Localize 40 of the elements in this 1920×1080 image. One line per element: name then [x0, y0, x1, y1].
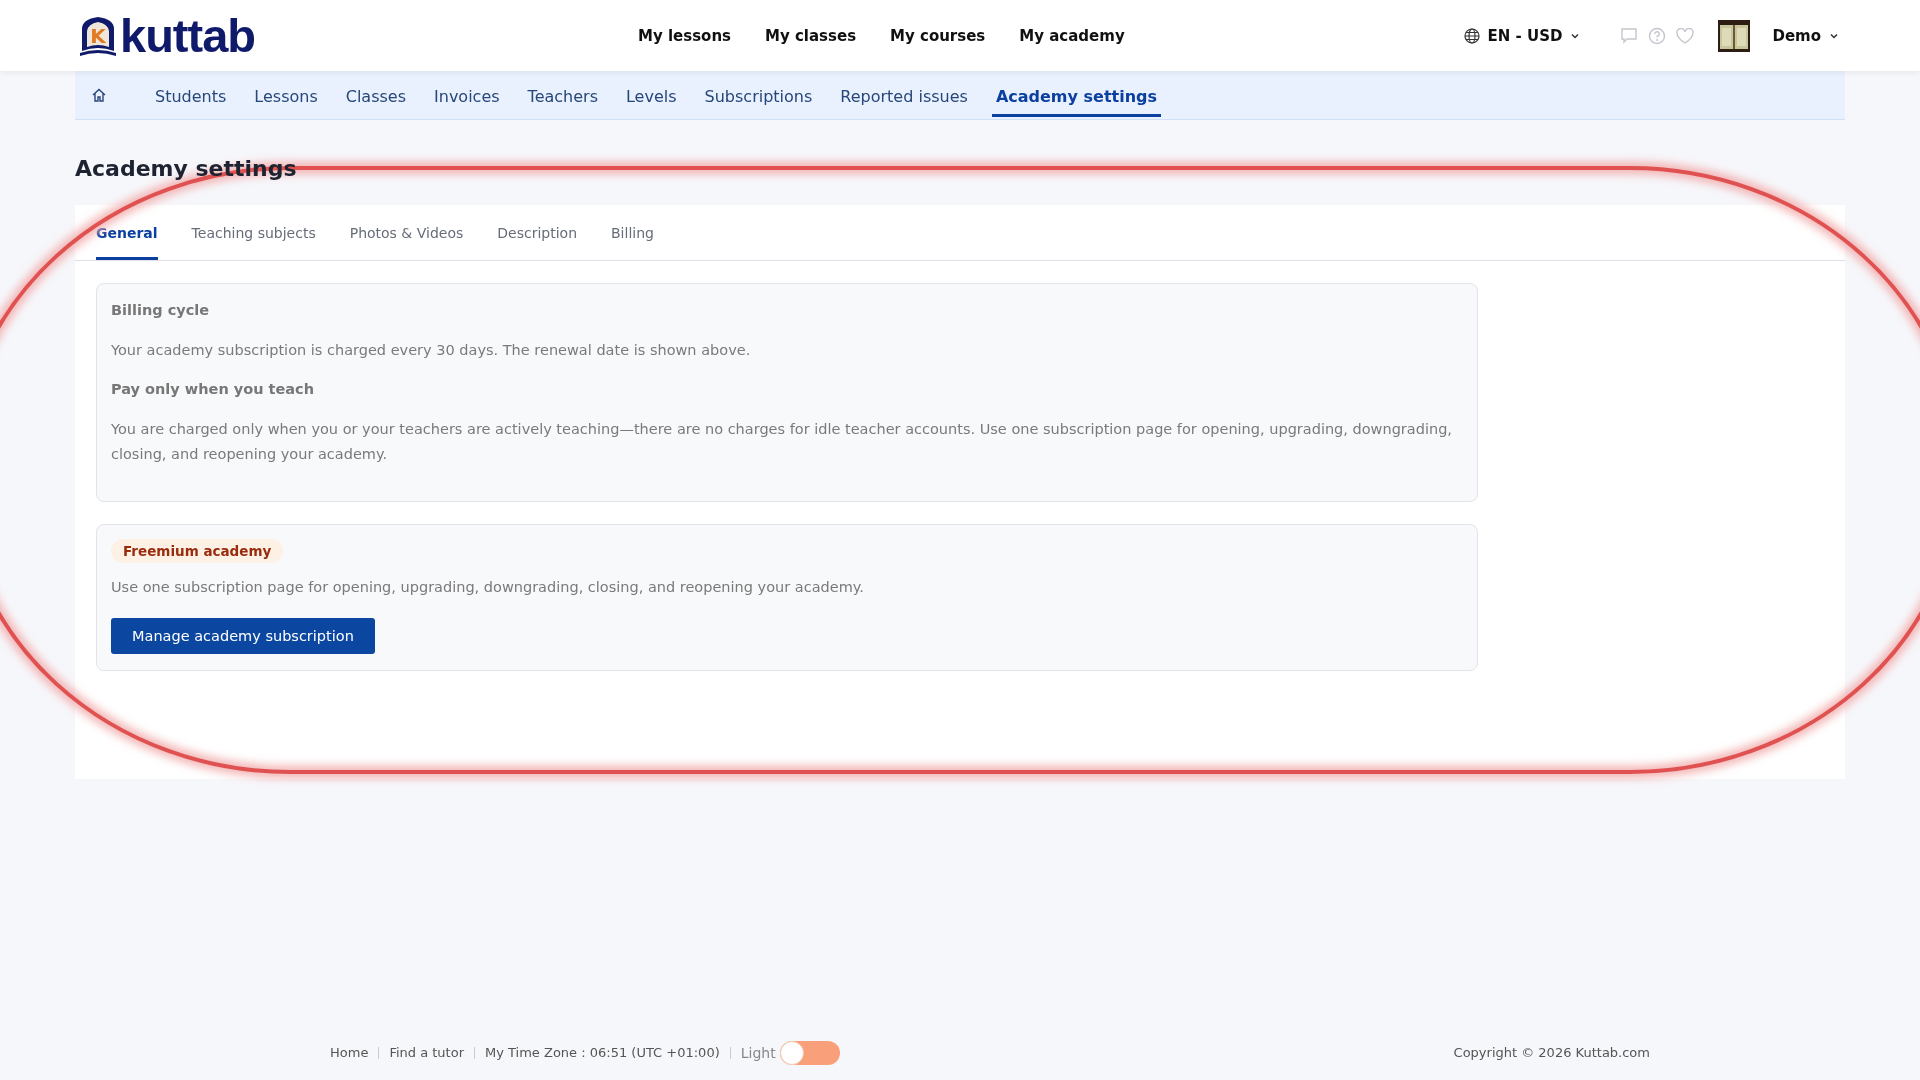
- manage-subscription-button[interactable]: Manage academy subscription: [111, 618, 375, 654]
- section-heading: Billing cycle: [111, 302, 211, 318]
- paragraph: You are charged only when you or your teachers are actively teaching—there are no charges for idle teacher accounts. Use one subscription page for opening, upgrading, downgrading, closing, and reopening your academy.: [111, 420, 1453, 464]
- plan-badge: Freemium academy: [111, 539, 284, 563]
- globe-icon: [1463, 27, 1480, 44]
- paragraph: Your academy subscription is charged every 30 days. The renewal date is shown above.: [111, 341, 752, 360]
- user-menu[interactable]: Demo: [1766, 25, 1845, 46]
- heart-icon[interactable]: [1676, 27, 1695, 44]
- subnav-tab[interactable]: Lessons: [250, 77, 322, 117]
- subnav-tab[interactable]: Reported issues: [836, 77, 972, 117]
- settings-tab[interactable]: Teaching subjects: [191, 205, 316, 260]
- paragraph: Use one subscription page for opening, upgrading, downgrading, closing, and reopening your academy.: [111, 578, 865, 597]
- settings-tab[interactable]: Billing: [611, 205, 654, 260]
- subnav-tab[interactable]: Students: [151, 77, 231, 117]
- settings-tab[interactable]: General: [96, 205, 158, 260]
- page-title: Academy settings: [75, 156, 298, 181]
- subnav-tab[interactable]: Subscriptions: [700, 77, 817, 117]
- subnav-tab[interactable]: Academy settings: [991, 77, 1162, 117]
- footer-link[interactable]: Home: [330, 1045, 369, 1060]
- subnav-tab[interactable]: Invoices: [430, 77, 504, 117]
- home-icon[interactable]: [91, 87, 107, 103]
- nav-link[interactable]: My classes: [765, 26, 857, 45]
- theme-label: Light: [740, 1044, 776, 1061]
- theme-toggle[interactable]: [779, 1040, 840, 1065]
- language-selector[interactable]: EN - USD: [1457, 25, 1587, 46]
- subnav-tab[interactable]: Classes: [341, 77, 411, 117]
- footer-link[interactable]: Find a tutor: [389, 1045, 464, 1060]
- settings-tab[interactable]: Description: [497, 205, 577, 260]
- nav-link[interactable]: My lessons: [638, 26, 731, 45]
- nav-link[interactable]: My academy: [1019, 26, 1125, 45]
- subnav-tab[interactable]: Levels: [622, 77, 681, 117]
- chat-icon[interactable]: [1620, 26, 1639, 45]
- subnav-tab[interactable]: Teachers: [523, 77, 602, 117]
- footer-link[interactable]: My Time Zone : 06:51 (UTC +01:00): [485, 1045, 720, 1060]
- help-icon[interactable]: [1648, 26, 1667, 45]
- copyright-text: Copyright © 2026 Kuttab.com: [1453, 1045, 1650, 1060]
- logo-text[interactable]: kuttab: [120, 8, 255, 63]
- settings-tab[interactable]: Photos & Videos: [349, 205, 464, 260]
- section-heading: Pay only when you teach: [111, 381, 315, 397]
- nav-link[interactable]: My courses: [890, 26, 986, 45]
